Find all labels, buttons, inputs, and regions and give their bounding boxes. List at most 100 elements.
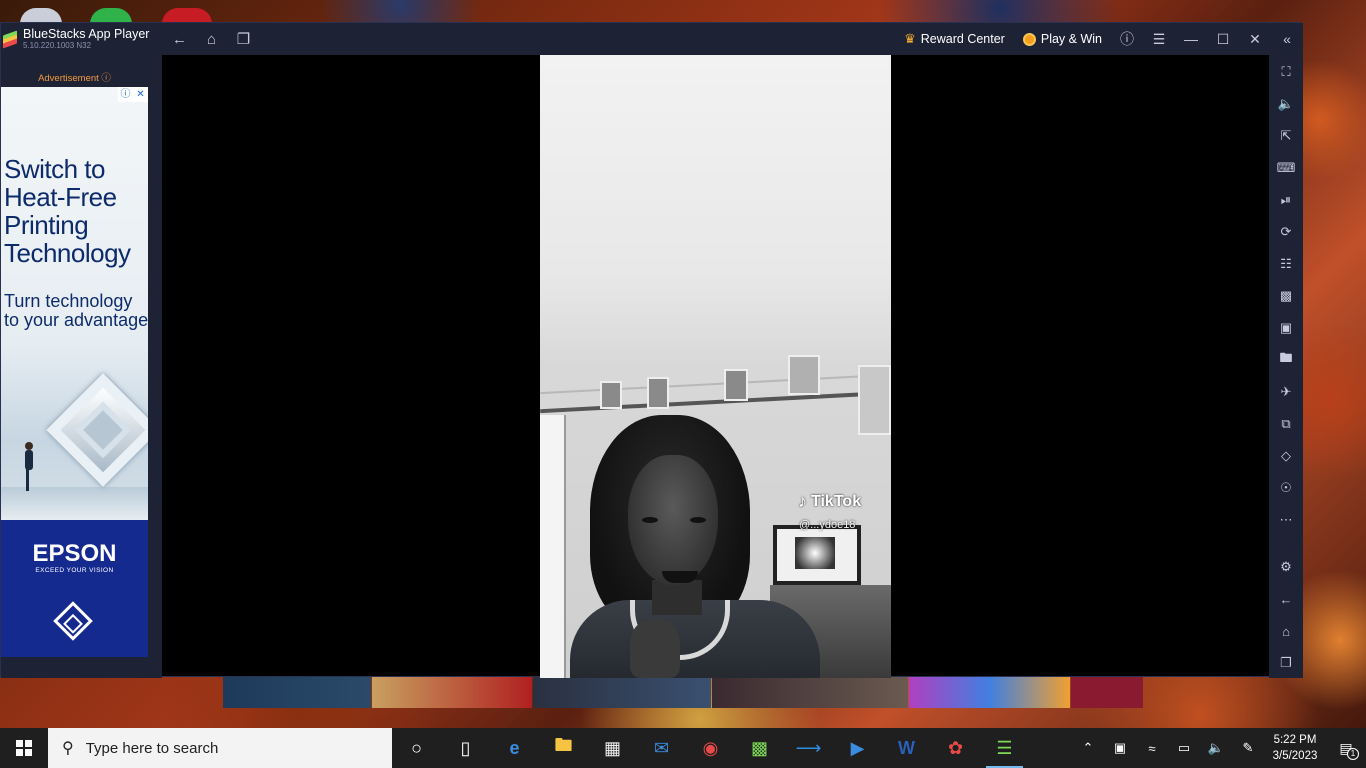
gamepad-icon[interactable]: ☷ [1269,252,1303,276]
search-icon: ⚲ [62,740,74,757]
store-icon[interactable]: ▦ [588,728,637,768]
notification-icon[interactable]: ▤ 1 [1326,728,1366,768]
colorful-app-icon[interactable]: ▩ [735,728,784,768]
search-placeholder: Type here to search [85,739,219,757]
settings-icon[interactable]: ⚙ [1269,555,1303,579]
vscode-icon[interactable]: ⟶ [784,728,833,768]
rotate-icon[interactable]: ⟳ [1269,220,1303,244]
ad-label: Advertisement ⓘ [38,73,111,84]
games-icon[interactable]: ✿ [931,728,980,768]
ad-close-icon[interactable]: ✕ [133,87,148,102]
multi-instance-icon[interactable]: ⧉ [1269,412,1303,436]
mail-icon[interactable]: ✉ [637,728,686,768]
reward-center-button[interactable]: ♛ Reward Center [895,23,1014,55]
help-icon[interactable]: ⓘ [1111,23,1143,55]
bluestacks-logo-icon [3,30,17,49]
coin-icon [1022,32,1036,46]
ad-creative[interactable]: ⓘ ✕ Switch to Heat-Free Printing Technol… [1,87,148,657]
taskbar-search[interactable]: ⚲ Type here to search [48,728,392,768]
bluestacks-taskbar-icon[interactable]: ☰ [980,728,1029,768]
maximize-button[interactable]: ☐ [1207,23,1239,55]
eraser-icon[interactable]: ◇ [1269,444,1303,468]
wall-photo [858,365,891,435]
ad-headline: Switch to Heat-Free Printing Technology [4,154,131,268]
chevron-up-icon[interactable]: ⌃ [1072,728,1104,768]
tiktok-watermark-label: TikTok [811,492,862,510]
word-icon[interactable]: W [882,728,931,768]
collapse-sidebar-icon[interactable]: « [1271,23,1303,55]
person-neck [652,580,702,615]
title-bar: BlueStacks App Player 5.10.220.1003 N32 … [1,23,1303,55]
cursor-icon[interactable]: ⇱ [1269,124,1303,148]
ad-skater-graphic [11,442,41,492]
reward-center-label: Reward Center [920,32,1005,46]
wall-photo [788,355,820,395]
record-icon[interactable]: ⏯ [1269,188,1303,212]
volume-icon[interactable]: 🔈 [1269,92,1303,116]
close-button[interactable]: ✕ [1239,23,1271,55]
android-recent-icon[interactable]: ❐ [1269,651,1303,675]
file-explorer-icon[interactable]: 🖿 [539,728,588,768]
wifi-icon[interactable]: ≈ [1136,728,1168,768]
pen-icon[interactable]: ✎ [1232,728,1264,768]
menu-icon[interactable]: ☰ [1143,23,1175,55]
app-title-block: BlueStacks App Player 5.10.220.1003 N32 [23,28,149,51]
app-title: BlueStacks App Player [23,26,150,41]
desktop-strip [712,677,908,708]
desktop-strip [372,677,532,708]
wall-photo [600,381,622,409]
task-view-icon[interactable]: ▯ [441,728,490,768]
ad-choices[interactable]: ⓘ ✕ [118,87,148,102]
desktop-strip [1071,677,1143,708]
start-button[interactable] [0,728,48,768]
minimize-button[interactable]: — [1175,23,1207,55]
desktop-strip [533,677,711,708]
clock-date: 3/5/2023 [1272,750,1318,762]
system-tray: ⌃ ▣ ≈ ▭ 🔈 ✎ 5:22 PM 3/5/2023 ▤ 1 [1072,728,1366,768]
chrome-icon[interactable]: ◉ [686,728,735,768]
tiktok-username: @...ydoe18 [799,519,856,531]
fullscreen-icon[interactable]: ⛶ [1269,60,1303,84]
epson-tagline: EXCEED YOUR VISION [35,567,114,574]
home-icon[interactable]: ⌂ [195,23,227,55]
speaker-icon[interactable]: 🔈 [1200,728,1232,768]
more-icon[interactable]: ⋯ [1269,508,1303,532]
screenshot-icon[interactable]: ▣ [1269,316,1303,340]
apk-icon[interactable]: ▩ [1269,284,1303,308]
monitor [773,525,861,585]
battery-icon[interactable]: ▭ [1168,728,1200,768]
windows-logo-icon [16,740,32,756]
door [540,415,566,678]
tiktok-video[interactable]: ♪ TikTok @...ydoe18 [540,55,891,678]
app-version: 5.10.220.1003 N32 [23,41,92,51]
tiktok-note-icon: ♪ [798,491,807,511]
epson-logo: EPSON [32,540,117,567]
edge-icon[interactable]: e [490,728,539,768]
location-icon[interactable]: ☉ [1269,476,1303,500]
person-hand [630,620,680,678]
clock[interactable]: 5:22 PM 3/5/2023 [1264,732,1326,764]
ad-diamond-graphic [46,372,148,502]
device-icon[interactable]: ▣ [1104,728,1136,768]
notification-count: 1 [1347,748,1359,760]
clock-time: 5:22 PM [1273,734,1317,746]
android-back-icon[interactable]: ← [1269,587,1303,611]
taskbar: ⚲ Type here to search ○ ▯ e 🖿 ▦ ✉ ◉ ▩ ⟶ … [0,728,1366,768]
ad-subline: Turn technology to your advantage [4,291,148,330]
tabs-icon[interactable]: ❐ [227,23,259,55]
keyboard-icon[interactable]: ⌨ [1269,156,1303,180]
folder-icon[interactable]: 🖿 [1269,348,1303,372]
eye [642,517,658,523]
airplane-icon[interactable]: ✈ [1269,380,1303,404]
cortana-icon[interactable]: ○ [392,728,441,768]
ceiling-line [540,373,891,395]
wall-photo [647,377,669,409]
crown-icon: ♛ [904,31,916,46]
android-home-icon[interactable]: ⌂ [1269,619,1303,643]
ad-info-icon[interactable]: ⓘ [118,87,133,102]
tiktok-watermark: ♪ TikTok [798,491,861,512]
play-win-button[interactable]: Play & Win [1014,23,1111,55]
wall-band [540,390,891,414]
video-editor-icon[interactable]: ▶ [833,728,882,768]
back-arrow-icon[interactable]: ← [163,23,195,55]
